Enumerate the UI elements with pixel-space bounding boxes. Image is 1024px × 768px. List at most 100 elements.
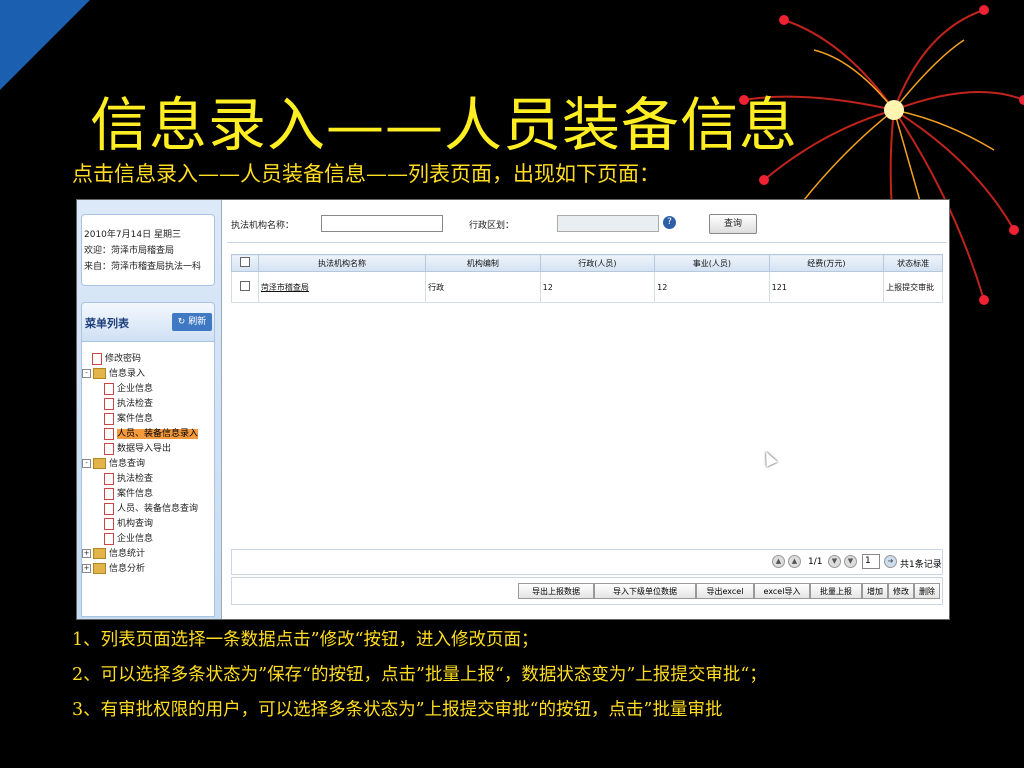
col-header[interactable]: 行政(人员) (539, 254, 656, 272)
import-sub-unit-button[interactable]: 导入下级单位数据 (594, 583, 696, 599)
tree-item-inspection-query[interactable]: 执法检查 (104, 472, 153, 486)
corner-accent (0, 0, 90, 90)
tree-item-personnel-query[interactable]: 人员、装备信息查询 (104, 502, 198, 516)
page-icon (104, 442, 114, 455)
delete-button[interactable]: 删除 (914, 583, 940, 599)
tree-item-change-password[interactable]: 修改密码 (92, 352, 141, 366)
menu-tree: 修改密码 - 信息录入 企业信息 执法检查 案件信息 人员、装备信息录入 数据导入… (81, 342, 215, 617)
tree-folder-analysis[interactable]: + 信息分析 (82, 562, 145, 576)
tree-item-case-query[interactable]: 案件信息 (104, 487, 153, 501)
edit-button[interactable]: 修改 (888, 583, 914, 599)
tree-folder-entry[interactable]: - 信息录入 (82, 367, 145, 381)
tree-item-import-export[interactable]: 数据导入导出 (104, 442, 171, 456)
note-1: 1、列表页面选择一条数据点击”修改“按钮，进入修改页面； (72, 630, 539, 650)
row-checkbox[interactable] (240, 281, 251, 291)
tree-label: 人员、装备信息查询 (117, 504, 199, 514)
folder-icon (93, 458, 106, 469)
page-icon (104, 472, 114, 485)
welcome-text: 欢迎：菏泽市局稽查局 (84, 246, 175, 256)
region-label: 行政区划： (469, 221, 515, 231)
tree-label: 信息录入 (109, 369, 146, 379)
add-button[interactable]: 增加 (862, 583, 888, 599)
org-name-label: 执法机构名称： (231, 221, 295, 231)
col-header[interactable]: 经费(万元) (768, 254, 885, 272)
folder-icon (93, 563, 106, 574)
col-header[interactable]: 状态标准 (883, 254, 943, 272)
last-page-icon[interactable]: ▼ (844, 555, 857, 568)
table-cell: 121 (768, 271, 885, 303)
tree-label: 案件信息 (117, 489, 154, 499)
page-icon (104, 412, 114, 425)
tree-label: 企业信息 (117, 384, 154, 394)
region-input[interactable] (557, 215, 659, 232)
note-3: 3、有审批权限的用户，可以选择多条状态为”上报提交审批“的按钮，点击”批量审批 (72, 700, 723, 720)
go-page-icon[interactable]: ➜ (884, 555, 897, 568)
page-icon (104, 487, 114, 500)
refresh-label: 刷新 (188, 317, 207, 327)
tree-label: 执法检查 (117, 399, 154, 409)
tree-item-case[interactable]: 案件信息 (104, 412, 153, 426)
total-records: 共1条记录 (900, 560, 942, 570)
col-header[interactable]: 事业(人员) (654, 254, 770, 272)
prev-page-icon[interactable]: ▲ (788, 555, 801, 568)
page-icon (104, 532, 114, 545)
first-page-icon[interactable]: ▲ (772, 555, 785, 568)
tree-item-inspection[interactable]: 执法检查 (104, 397, 153, 411)
page-icon (104, 382, 114, 395)
mouse-cursor-icon (760, 449, 778, 467)
export-report-button[interactable]: 导出上报数据 (518, 583, 594, 599)
from-text: 来自：菏泽市稽查局执法一科 (84, 262, 202, 272)
table-cell: 12 (654, 271, 770, 303)
folder-icon (93, 368, 106, 379)
tree-item-org-query[interactable]: 机构查询 (104, 517, 153, 531)
slide-title: 信息录入——人员装备信息 (90, 91, 799, 159)
tree-item-company-query[interactable]: 企业信息 (104, 532, 153, 546)
page-icon (104, 502, 114, 515)
menu-title: 菜单列表 (85, 317, 129, 330)
tree-folder-query[interactable]: - 信息查询 (82, 457, 145, 471)
data-table: 执法机构名称 机构编制 行政(人员) 事业(人员) 经费(万元) 状态标准 菏泽… (231, 254, 943, 303)
tree-folder-stats[interactable]: + 信息统计 (82, 547, 145, 561)
col-header[interactable]: 执法机构名称 (257, 254, 427, 272)
help-icon[interactable]: ? (663, 216, 676, 229)
collapse-icon: - (82, 369, 91, 378)
page-icon (104, 427, 114, 440)
tree-label: 信息统计 (109, 549, 146, 559)
table-header-row: 执法机构名称 机构编制 行政(人员) 事业(人员) 经费(万元) 状态标准 (231, 254, 943, 272)
tree-label: 信息分析 (109, 564, 146, 574)
tree-label: 数据导入导出 (117, 444, 172, 454)
select-all-checkbox[interactable] (239, 257, 250, 267)
table-row[interactable]: 菏泽市稽查局 行政 12 12 121 上报提交审批 (231, 271, 943, 303)
tree-label: 执法检查 (117, 474, 154, 484)
tree-item-company[interactable]: 企业信息 (104, 382, 153, 396)
org-link[interactable]: 菏泽市稽查局 (261, 283, 309, 292)
org-name-input[interactable] (321, 215, 443, 232)
slide-subtitle: 点击信息录入——人员装备信息——列表页面，出现如下页面： (72, 162, 660, 186)
page-number-input[interactable]: 1 (862, 554, 880, 569)
tree-label: 人员、装备信息录入 (117, 429, 199, 439)
tree-label: 机构查询 (117, 519, 154, 529)
search-bar: 执法机构名称： 行政区划： ? 查询 (227, 208, 947, 243)
collapse-icon: - (82, 459, 91, 468)
batch-report-button[interactable]: 批量上报 (810, 583, 862, 599)
expand-icon: + (82, 564, 91, 573)
select-all-cell (231, 254, 259, 272)
date-text: 2010年7月14日 星期三 (84, 230, 181, 240)
table-cell: 12 (539, 271, 656, 303)
user-info-box: 2010年7月14日 星期三 欢迎：菏泽市局稽查局 来自：菏泽市稽查局执法一科 (81, 214, 215, 286)
menu-header: 菜单列表 ↻ 刷新 (81, 302, 215, 342)
tree-item-personnel-entry[interactable]: 人员、装备信息录入 (104, 427, 199, 441)
col-header[interactable]: 机构编制 (425, 254, 541, 272)
table-cell: 行政 (425, 271, 541, 303)
next-page-icon[interactable]: ▼ (828, 555, 841, 568)
tree-label: 企业信息 (117, 534, 154, 544)
import-excel-button[interactable]: excel导入 (754, 583, 810, 599)
table-cell-status: 上报提交审批 (883, 271, 943, 303)
action-toolbar: 导出上报数据 导入下级单位数据 导出excel excel导入 批量上报 增加 … (231, 577, 943, 605)
refresh-button[interactable]: ↻ 刷新 (172, 313, 212, 331)
page-indicator: 1/1 (808, 557, 823, 567)
table-cell-org: 菏泽市稽查局 (257, 271, 427, 303)
app-screenshot: 2010年7月14日 星期三 欢迎：菏泽市局稽查局 来自：菏泽市稽查局执法一科 … (76, 199, 950, 620)
query-button[interactable]: 查询 (709, 214, 757, 234)
export-excel-button[interactable]: 导出excel (696, 583, 754, 599)
